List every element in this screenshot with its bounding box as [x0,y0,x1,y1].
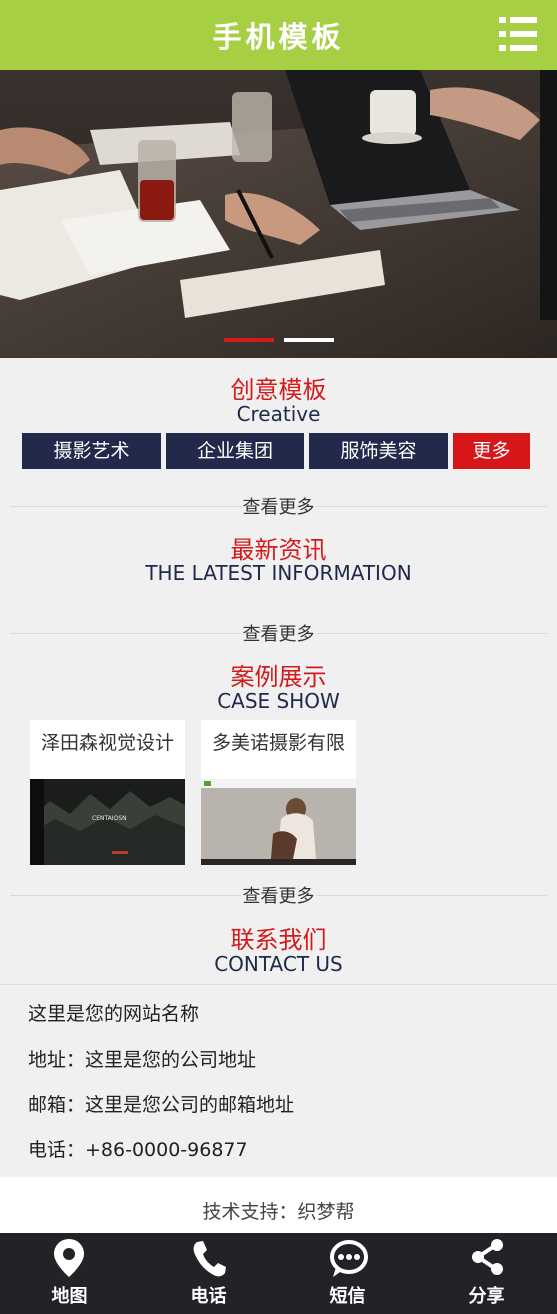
news-title-cn: 最新资讯 [230,536,327,564]
news-more-link[interactable]: 查看更多 [240,624,317,645]
nav-item-sms[interactable]: 短信 [278,1233,417,1314]
banner-photo [0,70,557,358]
case-card[interactable]: 多美诺摄影有限 [201,720,356,865]
nav-label-sms: 短信 [329,1286,366,1307]
news-more-row: 查看更多 [10,620,547,645]
category-button-enterprise[interactable]: 企业集团 [166,433,304,469]
map-pin-icon [54,1239,84,1277]
hero-banner[interactable] [0,70,557,358]
bottom-nav: 地图 电话 短信 分享 [0,1233,557,1314]
slide-indicator-2[interactable] [284,338,334,342]
menu-icon[interactable] [499,17,537,51]
contact-site-name: 这里是您的网站名称 [28,1003,200,1025]
case-name: 泽田森视觉设计 [40,732,174,754]
case-thumbnail [201,779,356,865]
case-name: 多美诺摄影有限 [211,732,345,754]
cases-more-row: 查看更多 [10,882,547,907]
creative-title-en: Creative [236,402,321,426]
category-button-fashion[interactable]: 服饰美容 [309,433,448,469]
nav-item-phone[interactable]: 电话 [139,1233,278,1314]
slide-indicator-1[interactable] [224,338,274,342]
contact-info: 这里是您的网站名称 地址：这里是您的公司地址 邮箱：这里是您公司的邮箱地址 电话… [0,984,557,1176]
contact-address: 地址：这里是您的公司地址 [28,1049,257,1071]
case-thumb-text: CENTAIOSN [92,815,127,822]
phone-icon [193,1241,226,1277]
tech-support-text: 技术支持：织梦帮 [202,1201,355,1223]
contact-email: 邮箱：这里是您公司的邮箱地址 [28,1094,295,1116]
nav-item-map[interactable]: 地图 [0,1233,139,1314]
contact-title-cn: 联系我们 [230,926,327,954]
contact-title-en: CONTACT US [214,952,343,976]
cases-title-en: CASE SHOW [217,689,340,713]
nav-label-phone: 电话 [190,1286,227,1307]
nav-item-share[interactable]: 分享 [417,1233,556,1314]
contact-phone: 电话：+86-0000-96877 [28,1139,248,1161]
case-thumbnail: CENTAIOSN [30,779,185,865]
message-icon [330,1240,368,1277]
creative-title-cn: 创意模板 [230,376,327,404]
share-icon [472,1239,503,1275]
creative-more-link[interactable]: 查看更多 [240,497,317,518]
tech-support-bar: 技术支持：织梦帮 [0,1177,557,1233]
header-bar: 手机模板 [0,0,557,70]
site-title: 手机模板 [212,20,345,54]
category-button-more[interactable]: 更多 [453,433,530,469]
creative-more-row: 查看更多 [10,493,547,518]
nav-label-share: 分享 [468,1286,505,1307]
nav-label-map: 地图 [51,1286,88,1307]
case-card[interactable]: 泽田森视觉设计 CENTAIOSN [30,720,185,865]
cases-more-link[interactable]: 查看更多 [240,886,317,907]
category-button-photography[interactable]: 摄影艺术 [22,433,161,469]
news-title-en: THE LATEST INFORMATION [145,561,412,585]
cases-title-cn: 案例展示 [230,663,327,691]
